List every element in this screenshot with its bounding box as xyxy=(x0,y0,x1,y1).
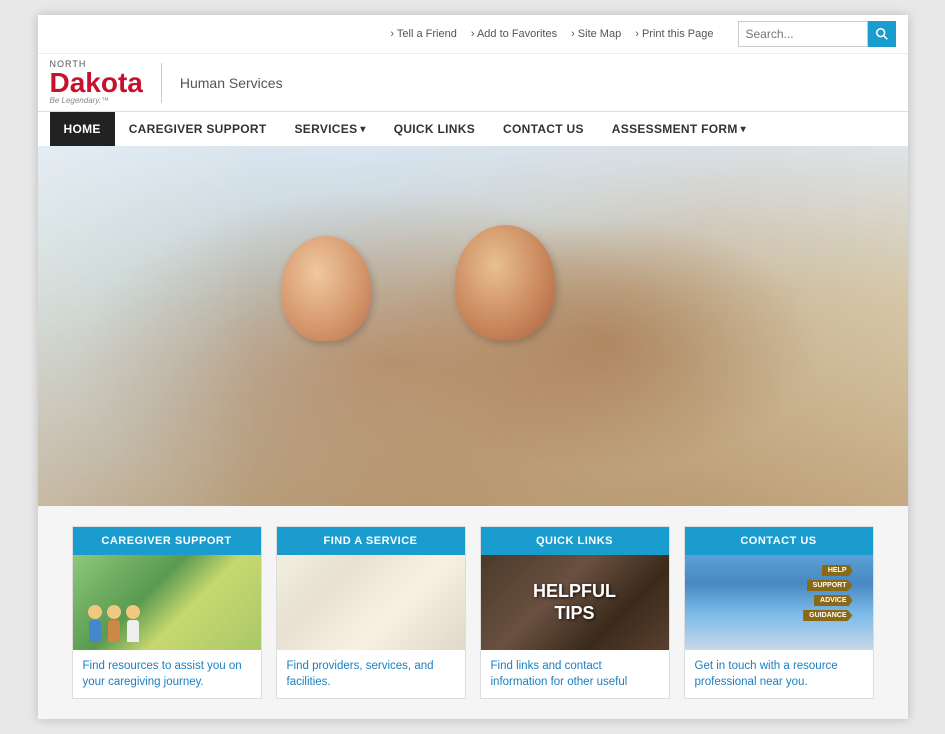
person-face-2 xyxy=(455,225,555,340)
figure-head-1 xyxy=(88,605,102,619)
card-text-quicklinks: Find links and contact information for o… xyxy=(491,658,659,690)
utility-bar: Tell a Friend Add to Favorites Site Map … xyxy=(38,15,908,54)
nav-quick-links[interactable]: QUICK LINKS xyxy=(380,112,489,146)
search-button[interactable] xyxy=(868,21,896,47)
nav-contact-us[interactable]: CONTACT US xyxy=(489,112,598,146)
sign-support: SUPPORT xyxy=(807,580,853,591)
card-quick-links[interactable]: QUICK LINKS HELPFUL TIPS Find links and … xyxy=(480,526,670,699)
card-contact-us[interactable]: CONTACT US HELP SUPPORT ADVICE GUIDANCE … xyxy=(684,526,874,699)
sign-guidance: GUIDANCE xyxy=(803,610,852,621)
card-text-service: Find providers, services, and facilities… xyxy=(287,658,455,690)
header: NORTH Dakota Be Legendary.™ Human Servic… xyxy=(38,54,908,111)
caregiver-img-bg xyxy=(73,555,261,650)
card-body-contact: Get in touch with a resource professiona… xyxy=(685,650,873,698)
logo-divider xyxy=(161,63,162,103)
sign-help: HELP xyxy=(822,565,853,576)
people-figures xyxy=(88,605,140,642)
card-text-caregiver: Find resources to assist you on your car… xyxy=(83,658,251,690)
figure-2 xyxy=(107,605,121,642)
nav-home[interactable]: HOME xyxy=(50,112,115,146)
figure-body-1 xyxy=(89,620,101,642)
card-text-contact: Get in touch with a resource professiona… xyxy=(695,658,863,690)
card-body-quicklinks: Find links and contact information for o… xyxy=(481,650,669,698)
logo-human-services: Human Services xyxy=(180,75,283,91)
hero-image xyxy=(38,146,908,506)
nav-bar: HOME CAREGIVER SUPPORT SERVICES ▾ QUICK … xyxy=(38,111,908,146)
card-header-caregiver: CAREGIVER SUPPORT xyxy=(73,527,261,555)
helpful-text: HELPFUL xyxy=(533,582,616,602)
card-image-quicklinks: HELPFUL TIPS xyxy=(481,555,669,650)
search-icon xyxy=(875,27,889,41)
contact-img-bg: HELP SUPPORT ADVICE GUIDANCE xyxy=(685,555,873,650)
figure-head-2 xyxy=(107,605,121,619)
figure-3 xyxy=(126,605,140,642)
card-caregiver-support[interactable]: CAREGIVER SUPPORT xyxy=(72,526,262,699)
service-img-bg xyxy=(277,555,465,650)
card-find-service[interactable]: FIND A SERVICE Find providers, services,… xyxy=(276,526,466,699)
card-header-contact: CONTACT US xyxy=(685,527,873,555)
services-caret: ▾ xyxy=(360,124,365,135)
sign-advice: ADVICE xyxy=(814,595,852,606)
card-image-contact: HELP SUPPORT ADVICE GUIDANCE xyxy=(685,555,873,650)
logo-tagline: Be Legendary.™ xyxy=(50,97,143,105)
signpost: HELP SUPPORT ADVICE GUIDANCE xyxy=(803,565,852,621)
figure-head-3 xyxy=(126,605,140,619)
print-page-link[interactable]: Print this Page xyxy=(635,28,713,40)
search-input[interactable] xyxy=(738,21,868,47)
card-body-caregiver: Find resources to assist you on your car… xyxy=(73,650,261,698)
nav-services[interactable]: SERVICES ▾ xyxy=(281,112,380,146)
tell-friend-link[interactable]: Tell a Friend xyxy=(390,28,456,40)
figure-1 xyxy=(88,605,102,642)
quicklinks-img-bg: HELPFUL TIPS xyxy=(481,555,669,650)
nav-assessment-form[interactable]: ASSESSMENT FORM ▾ xyxy=(598,112,760,146)
assessment-caret: ▾ xyxy=(741,124,746,135)
logo-area: NORTH Dakota Be Legendary.™ Human Servic… xyxy=(50,60,283,105)
content-section: CAREGIVER SUPPORT xyxy=(38,506,908,719)
logo-dakota-text: Dakota xyxy=(50,69,143,97)
tips-text: TIPS xyxy=(554,604,594,624)
logo-nd: NORTH Dakota Be Legendary.™ xyxy=(50,60,143,105)
search-wrapper xyxy=(738,21,896,47)
hero-section xyxy=(38,146,908,506)
figure-body-2 xyxy=(108,620,120,642)
card-header-service: FIND A SERVICE xyxy=(277,527,465,555)
card-body-service: Find providers, services, and facilities… xyxy=(277,650,465,698)
card-image-caregiver xyxy=(73,555,261,650)
page-wrapper: Tell a Friend Add to Favorites Site Map … xyxy=(38,15,908,719)
cards-row: CAREGIVER SUPPORT xyxy=(53,526,893,699)
card-header-quicklinks: QUICK LINKS xyxy=(481,527,669,555)
person-face-1 xyxy=(281,236,371,341)
card-image-service xyxy=(277,555,465,650)
site-map-link[interactable]: Site Map xyxy=(571,28,621,40)
figure-body-3 xyxy=(127,620,139,642)
nav-caregiver-support[interactable]: CAREGIVER SUPPORT xyxy=(115,112,281,146)
add-favorites-link[interactable]: Add to Favorites xyxy=(471,28,557,40)
